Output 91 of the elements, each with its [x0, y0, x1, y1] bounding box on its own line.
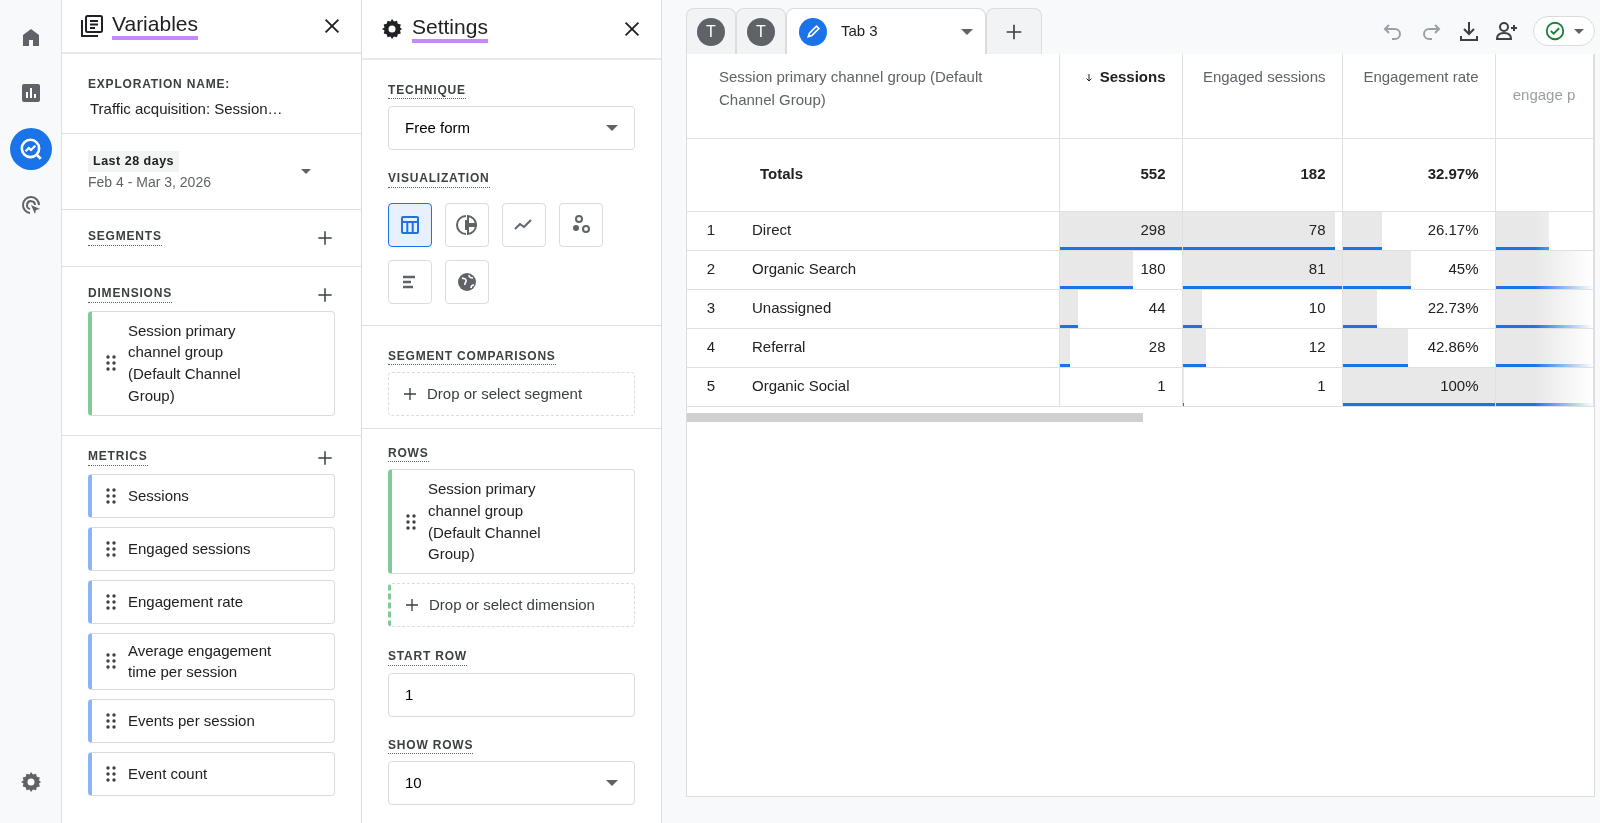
table-cell: 45% — [1448, 260, 1479, 278]
metric-chip[interactable]: Events per session — [88, 699, 335, 743]
table-cell: 44 — [1148, 299, 1166, 317]
table-cell-text: Unassigned — [751, 299, 832, 317]
drag-handle-icon — [106, 487, 116, 504]
column-header[interactable]: Session primary channel group (Default Channel Group) — [687, 54, 1059, 138]
row-number: 5 — [705, 376, 717, 397]
scrollbar[interactable] — [687, 412, 1143, 422]
column-header[interactable]: Engagement rate — [1342, 54, 1495, 138]
table-cell: 42.86% — [1427, 338, 1479, 356]
caret-down-icon — [961, 28, 973, 35]
table-cell: 1 — [1157, 377, 1166, 395]
visualization-button[interactable] — [388, 202, 432, 247]
section-label: TECHNIQUE — [388, 82, 466, 100]
table-cell: 1 — [1317, 377, 1326, 395]
date-range: Feb 4 - Mar 3, 2026 — [88, 172, 211, 192]
add-person-icon — [1494, 19, 1519, 43]
section-label: START ROW — [388, 649, 467, 666]
section-label: DIMENSIONS — [88, 286, 172, 303]
segment-drop-zone[interactable]: Drop or select segment — [388, 372, 635, 416]
panel-title: Settings — [412, 14, 488, 44]
table-cell: 22.73% — [1427, 299, 1479, 317]
table-cell-text: Organic Social — [751, 377, 850, 395]
row-number: 2 — [705, 259, 717, 280]
row-dimension-chip[interactable]: Session primary channel group (Default Channel Group) — [388, 469, 635, 574]
date-chip: Last 28 days — [88, 151, 180, 172]
caret-down-icon — [1573, 28, 1584, 34]
drag-handle-icon — [406, 513, 416, 530]
row-number: 4 — [705, 337, 717, 358]
panel-title: Variables — [112, 11, 198, 41]
metric-chip[interactable]: Event count — [88, 752, 335, 796]
drag-handle-icon — [106, 540, 116, 557]
drag-handle-icon — [106, 653, 116, 670]
table-cell: 552 — [1140, 165, 1166, 183]
table-cell: 180 — [1140, 260, 1166, 278]
metric-chip[interactable]: Sessions — [88, 473, 335, 518]
section-label: SEGMENTS — [88, 229, 162, 246]
plus-icon — [401, 385, 419, 403]
table-cell: 32.97% — [1427, 165, 1479, 183]
caret-down-icon — [301, 168, 311, 174]
list-document-icon — [80, 13, 104, 38]
start-row-field[interactable]: 1 — [388, 672, 635, 717]
tab[interactable]: Tab 3 — [786, 8, 986, 54]
metric-chip[interactable]: Average engagement time per session — [88, 632, 335, 690]
table-cell: 182 — [1300, 165, 1326, 183]
table-cell-text: Organic Search — [751, 260, 857, 278]
status-dropdown[interactable] — [1532, 16, 1595, 46]
column-header[interactable]: Sessions — [1059, 54, 1182, 138]
chart-magnifier-icon — [17, 136, 44, 162]
field-label: EXPLORATION NAME: — [88, 76, 231, 93]
dimension-chip[interactable]: Session primary channel group (Default Channel Group) — [88, 310, 335, 416]
pencil-icon — [799, 17, 827, 46]
check-circle-icon — [1543, 20, 1566, 42]
column-header[interactable]: Engaged sessions — [1182, 54, 1342, 138]
section-label: ROWS — [388, 445, 429, 463]
nav-button[interactable] — [9, 128, 52, 170]
table-cell: 78 — [1308, 221, 1326, 239]
metric-chip[interactable]: Engagement rate — [88, 579, 335, 624]
section-label: METRICS — [88, 449, 148, 466]
row-number: 1 — [705, 220, 717, 241]
show-rows-dropdown[interactable]: 10 — [388, 761, 635, 805]
table-cell: 12 — [1308, 338, 1326, 356]
caret-down-icon — [606, 125, 618, 131]
table-cell-text: Direct — [751, 221, 792, 239]
table-cell: 100% — [1440, 377, 1479, 395]
technique-dropdown[interactable]: Free form — [388, 106, 635, 150]
plus-icon — [403, 596, 421, 614]
metric-chip[interactable]: Engaged sessions — [88, 526, 335, 571]
table-cell-text: Referral — [751, 338, 806, 356]
table-cell: 10 — [1308, 299, 1326, 317]
tab[interactable]: T — [686, 8, 736, 54]
toolbar-button[interactable] — [1494, 19, 1519, 43]
section-label: VISUALIZATION — [388, 171, 490, 188]
tab[interactable]: T — [736, 8, 786, 54]
exploration-name: Traffic acquisition: Session… — [89, 99, 284, 119]
table-cell: 298 — [1140, 221, 1166, 239]
caret-down-icon — [606, 780, 618, 786]
section-label: SEGMENT COMPARISONS — [388, 348, 556, 366]
table-cell: 81 — [1308, 260, 1326, 278]
drag-handle-icon — [106, 766, 116, 782]
table-cell: 28 — [1148, 338, 1166, 356]
dimension-drop-zone[interactable]: Drop or select dimension — [388, 583, 635, 627]
date-dropdown-button[interactable] — [301, 168, 311, 174]
section-label: SHOW ROWS — [388, 737, 474, 755]
drag-handle-icon — [106, 593, 116, 610]
table-cell-text: Totals — [759, 165, 804, 183]
drag-handle-icon — [106, 713, 116, 729]
row-number: 3 — [705, 298, 717, 319]
table-cell: 26.17% — [1427, 221, 1479, 239]
donut-chart-icon — [455, 212, 479, 237]
drag-handle-icon — [106, 355, 116, 371]
